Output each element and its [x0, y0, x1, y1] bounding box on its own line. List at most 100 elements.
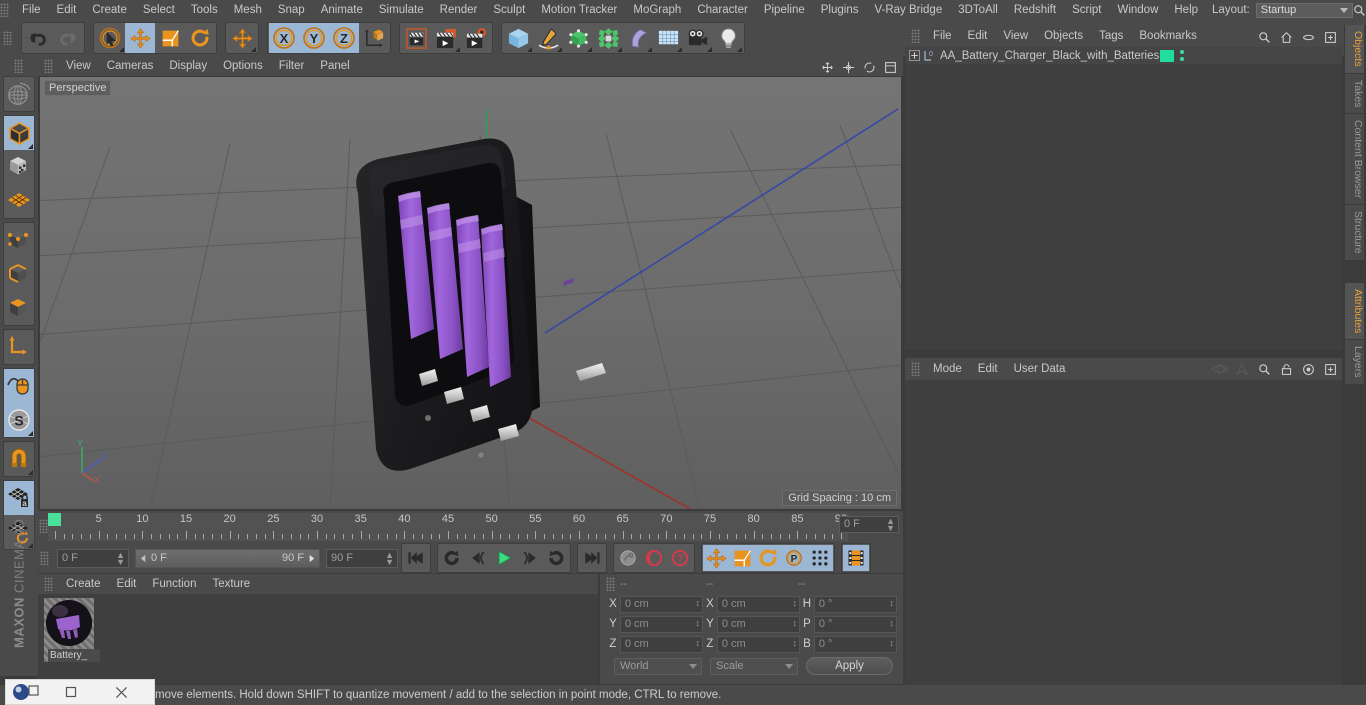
spinner-icon[interactable]: ▲ ▼: [886, 517, 895, 533]
menu-item-render[interactable]: Render: [432, 0, 486, 20]
scale-key-button[interactable]: [729, 545, 755, 571]
object-menu-edit[interactable]: Edit: [960, 26, 996, 46]
lock-icon[interactable]: [1277, 360, 1295, 378]
object-grip-handle[interactable]: [911, 29, 920, 43]
size-z-field[interactable]: 0 cm ↕: [716, 635, 800, 653]
menu-item-pipeline[interactable]: Pipeline: [756, 0, 813, 20]
spinner-icon[interactable]: ↕: [793, 618, 798, 628]
timeline-grip-handle[interactable]: [39, 519, 48, 533]
transport-grip-handle[interactable]: [40, 551, 49, 565]
model-mode-button[interactable]: [4, 116, 34, 150]
spinner-icon[interactable]: ↕: [890, 638, 895, 648]
coordinate-system-dropdown[interactable]: World: [614, 657, 702, 675]
menu-grip-handle[interactable]: [0, 3, 9, 17]
object-visibility-dots-icon[interactable]: [1179, 49, 1185, 62]
object-menu-objects[interactable]: Objects: [1036, 26, 1091, 46]
viewport-menu-cameras[interactable]: Cameras: [99, 56, 162, 76]
points-mode-button[interactable]: [4, 223, 34, 257]
search-icon[interactable]: [1353, 1, 1366, 19]
go-to-start-button[interactable]: [403, 545, 429, 571]
layout-select[interactable]: Startup: [1255, 2, 1353, 18]
expand-plus-icon[interactable]: [909, 50, 920, 61]
close-window-icon[interactable]: [96, 680, 146, 704]
viewport-menu-options[interactable]: Options: [215, 56, 271, 76]
attribute-content-area[interactable]: [905, 380, 1342, 685]
spinner-icon[interactable]: ↕: [890, 618, 895, 628]
add-deformer-object[interactable]: [593, 23, 623, 53]
spinner-icon[interactable]: ↕: [793, 638, 798, 648]
rotate-tool[interactable]: [185, 23, 215, 53]
object-menu-file[interactable]: File: [925, 26, 960, 46]
attribute-menu-user-data[interactable]: User Data: [1006, 359, 1074, 379]
coordinates-grip-handle[interactable]: [606, 577, 615, 591]
go-to-end-button[interactable]: [579, 545, 605, 571]
maximize-view-icon[interactable]: [881, 58, 899, 76]
menu-item-help[interactable]: Help: [1166, 0, 1206, 20]
polygons-mode-button[interactable]: [4, 291, 34, 325]
add-generator-object[interactable]: [563, 23, 593, 53]
menu-item-script[interactable]: Script: [1064, 0, 1109, 20]
texture-mode-button[interactable]: [4, 150, 34, 184]
vertical-tab-layers[interactable]: Layers: [1344, 340, 1364, 384]
material-menu-create[interactable]: Create: [58, 574, 109, 594]
object-menu-view[interactable]: View: [995, 26, 1036, 46]
vertical-tab-content-browser[interactable]: Content Browser: [1344, 114, 1364, 205]
apply-button[interactable]: Apply: [806, 657, 893, 675]
material-item[interactable]: Battery_: [44, 598, 100, 662]
menu-item-sculpt[interactable]: Sculpt: [485, 0, 533, 20]
menu-item-file[interactable]: File: [14, 0, 49, 20]
lock-z-axis[interactable]: Z: [329, 23, 359, 53]
end-frame-field[interactable]: 90 F ▲ ▼: [326, 548, 398, 568]
point-level-animation-button[interactable]: [807, 545, 833, 571]
viewport-grip-handle[interactable]: [44, 59, 53, 73]
material-grip-handle[interactable]: [44, 577, 53, 591]
vertical-tab-objects[interactable]: Objects: [1344, 25, 1364, 73]
menu-item-plugins[interactable]: Plugins: [813, 0, 867, 20]
timeline-ruler[interactable]: 051015202530354045505560657075808590: [48, 513, 848, 541]
enable-snapping-button[interactable]: S: [4, 403, 34, 437]
workplane-mode-button[interactable]: [4, 184, 34, 218]
material-list[interactable]: Battery_: [38, 594, 598, 684]
go-to-next-key-button[interactable]: [543, 545, 569, 571]
search-icon[interactable]: [1255, 28, 1273, 46]
timeline-current-frame-field[interactable]: 0 F ▲ ▼: [839, 516, 899, 533]
material-menu-texture[interactable]: Texture: [204, 574, 258, 594]
menu-item-animate[interactable]: Animate: [313, 0, 371, 20]
menu-item-edit[interactable]: Edit: [49, 0, 85, 20]
size-x-field[interactable]: 0 cm ↕: [716, 595, 800, 613]
position-x-field[interactable]: 0 cm ↕: [619, 595, 703, 613]
live-selection-tool[interactable]: [95, 23, 125, 53]
attribute-menu-edit[interactable]: Edit: [970, 359, 1006, 379]
step-forward-button[interactable]: [517, 545, 543, 571]
forward-nav-icon[interactable]: [1233, 360, 1251, 378]
attribute-menu-mode[interactable]: Mode: [925, 359, 970, 379]
object-row[interactable]: 0 AA_Battery_Charger_Black_with_Batterie…: [905, 47, 1342, 64]
go-to-previous-key-button[interactable]: [439, 545, 465, 571]
magnet-tool-button[interactable]: [4, 442, 34, 476]
render-to-picture-viewer-button[interactable]: [431, 23, 461, 53]
spinner-icon[interactable]: ↕: [696, 638, 701, 648]
add-scene-object[interactable]: [623, 23, 653, 53]
timeline-playhead[interactable]: [48, 513, 61, 526]
make-editable-button[interactable]: [4, 77, 34, 111]
rotate-view-icon[interactable]: [860, 58, 878, 76]
rotation-h-field[interactable]: 0 ° ↕: [813, 595, 897, 613]
menu-item-motion-tracker[interactable]: Motion Tracker: [533, 0, 625, 20]
spinner-icon[interactable]: ↕: [696, 598, 701, 608]
spinner-icon[interactable]: ▲ ▼: [385, 550, 394, 566]
menu-item-mograph[interactable]: MoGraph: [625, 0, 689, 20]
viewport-menu-panel[interactable]: Panel: [312, 56, 357, 76]
vertical-tab-structure[interactable]: Structure: [1344, 205, 1364, 260]
edges-mode-button[interactable]: [4, 257, 34, 291]
attribute-grip-handle[interactable]: [911, 362, 920, 376]
cinema4d-orb-icon[interactable]: [6, 680, 46, 704]
timeline-toggle-button[interactable]: [843, 545, 869, 571]
menu-item-simulate[interactable]: Simulate: [371, 0, 432, 20]
plus-box-icon[interactable]: [1321, 360, 1339, 378]
rotation-b-field[interactable]: 0 ° ↕: [813, 635, 897, 653]
menu-item-tools[interactable]: Tools: [183, 0, 226, 20]
coordinate-mode-dropdown[interactable]: Scale: [710, 657, 798, 675]
position-key-button[interactable]: [703, 545, 729, 571]
home-icon[interactable]: [1277, 28, 1295, 46]
object-list[interactable]: 0 AA_Battery_Charger_Black_with_Batterie…: [905, 47, 1342, 350]
